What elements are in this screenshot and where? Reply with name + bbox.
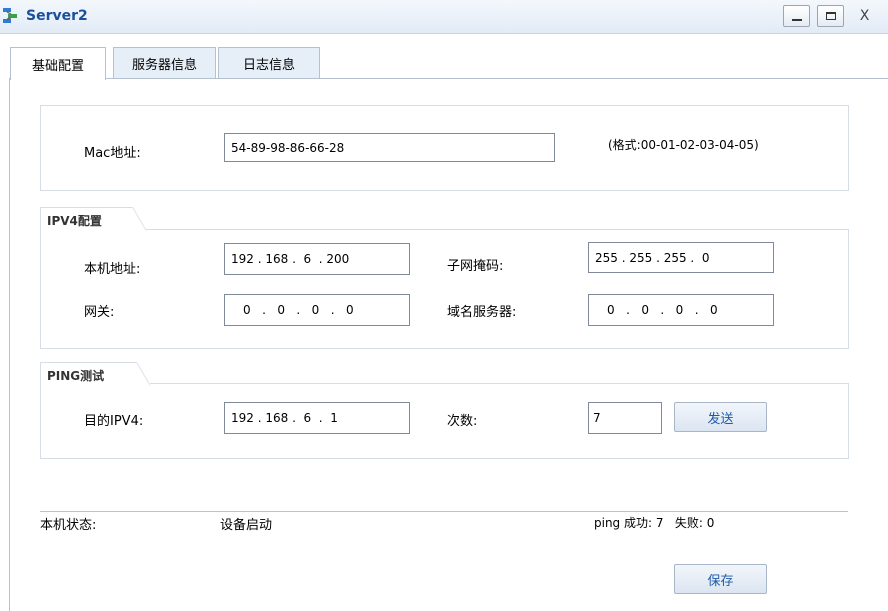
mac-label: Mac地址: (84, 146, 141, 161)
server-app-icon (3, 8, 17, 23)
dns-server-label: 域名服务器: (447, 305, 517, 320)
destination-ipv4-input[interactable]: 192 . 168 . 6 . 1 (224, 402, 410, 434)
destination-ipv4-label: 目的IPV4: (84, 414, 144, 429)
gateway-label: 网关: (84, 305, 115, 320)
ping-count-input[interactable]: 7 (588, 402, 662, 434)
save-button[interactable]: 保存 (674, 564, 767, 594)
tab-log-info[interactable]: 日志信息 (218, 47, 320, 78)
close-button[interactable]: X (851, 5, 878, 27)
ipv4-group-title: IPV4配置 (40, 207, 146, 231)
local-address-input[interactable]: 192 . 168 . 6 . 200 (224, 243, 410, 275)
minimize-icon (791, 19, 802, 21)
ping-result-text: ping 成功: 7 失败: 0 (594, 516, 715, 530)
tab-server-info[interactable]: 服务器信息 (113, 47, 216, 78)
tab-basic-config[interactable]: 基础配置 (10, 47, 106, 80)
ping-count-label: 次数: (447, 414, 478, 429)
subnet-mask-label: 子网掩码: (447, 259, 504, 274)
minimize-button[interactable] (783, 5, 810, 27)
dns-server-input[interactable]: 0 . 0 . 0 . 0 (588, 294, 774, 326)
local-address-label: 本机地址: (84, 262, 141, 277)
window-title: Server2 (26, 8, 88, 24)
tab-label: 服务器信息 (131, 57, 197, 73)
device-status-label: 本机状态: (40, 518, 97, 533)
status-divider (40, 511, 848, 512)
device-status-value: 设备启动 (220, 518, 273, 533)
ping-group-title: PING测试 (40, 362, 150, 386)
maximize-button[interactable] (817, 5, 844, 27)
subnet-mask-input[interactable]: 255 . 255 . 255 . 0 (588, 242, 774, 273)
maximize-icon (825, 12, 836, 20)
tab-label: 基础配置 (31, 58, 84, 74)
send-button[interactable]: 发送 (674, 402, 767, 432)
mac-format-hint: (格式:00-01-02-03-04-05) (608, 138, 759, 152)
tab-label: 日志信息 (242, 57, 295, 73)
title-bar: Server2 X (0, 0, 888, 34)
mac-input[interactable]: 54-89-98-86-66-28 (224, 133, 555, 162)
close-icon: X (859, 8, 870, 24)
gateway-input[interactable]: 0 . 0 . 0 . 0 (224, 294, 410, 326)
